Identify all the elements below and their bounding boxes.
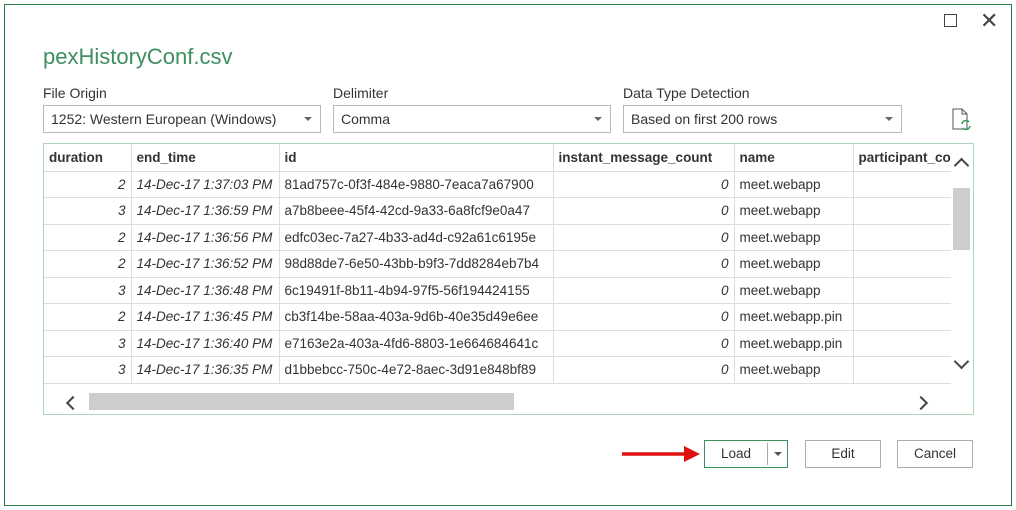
red-arrow-annotation <box>622 445 702 468</box>
cell-end-time: 14-Dec-17 1:36:45 PM <box>131 303 280 331</box>
table-row: 3 14-Dec-17 1:36:59 PM a7b8beee-45f4-42cd-… <box>44 197 957 225</box>
horizontal-scrollbar[interactable] <box>44 390 973 414</box>
scroll-up-icon[interactable] <box>953 157 970 174</box>
cell-id: a7b8beee-45f4-42cd-9a33-6a8fcf9e0a47 <box>279 197 554 225</box>
cell-name: meet.webapp <box>734 277 854 304</box>
cell-end-time: 14-Dec-17 1:36:52 PM <box>131 250 280 278</box>
cell-name: meet.webapp <box>734 250 854 278</box>
cell-duration: 3 <box>44 330 132 357</box>
cancel-button[interactable]: Cancel <box>897 440 973 468</box>
cell-end-time: 14-Dec-17 1:36:40 PM <box>131 330 280 357</box>
column-header-end-time[interactable]: end_time <box>131 144 280 172</box>
file-origin-label: File Origin <box>43 85 107 101</box>
chevron-down-icon <box>304 117 312 121</box>
cell-id: 98d88de7-6e50-43bb-b9f3-7dd8284eb7b4 <box>279 250 554 278</box>
horizontal-scroll-thumb[interactable] <box>89 393 514 410</box>
chevron-down-icon <box>885 117 893 121</box>
cell-name: meet.webapp <box>734 224 854 251</box>
cell-instant-message-count: 0 <box>553 303 735 331</box>
load-button[interactable]: Load <box>705 441 767 467</box>
cell-end-time: 14-Dec-17 1:36:35 PM <box>131 356 280 384</box>
cell-duration: 2 <box>44 303 132 331</box>
cell-participant-co <box>853 277 957 304</box>
refresh-file-icon[interactable] <box>952 108 971 131</box>
table-row: 2 14-Dec-17 1:36:45 PM cb3f14be-58aa-403a-… <box>44 303 957 331</box>
detection-select[interactable]: Based on first 200 rows <box>623 105 902 133</box>
table-row: 2 14-Dec-17 1:36:56 PM edfc03ec-7a27-4b33-… <box>44 224 957 251</box>
detection-label: Data Type Detection <box>623 85 750 101</box>
table-row: 2 14-Dec-17 1:37:03 PM 81ad757c-0f3f-484e-… <box>44 171 957 198</box>
maximize-icon[interactable] <box>944 14 957 27</box>
vertical-scroll-thumb[interactable] <box>953 188 970 250</box>
file-origin-select[interactable]: 1252: Western European (Windows) <box>43 105 321 133</box>
cell-id: cb3f14be-58aa-403a-9d6b-40e35d49e6ee <box>279 303 554 331</box>
cell-id: 81ad757c-0f3f-484e-9880-7eaca7a67900 <box>279 171 554 198</box>
vertical-scrollbar[interactable] <box>951 144 973 390</box>
column-header-instant-message-count[interactable]: instant_message_count <box>553 144 735 172</box>
dialog-title: pexHistoryConf.csv <box>43 44 233 69</box>
scroll-right-icon[interactable] <box>913 395 929 411</box>
cell-instant-message-count: 0 <box>553 356 735 384</box>
cell-name: meet.webapp <box>734 171 854 198</box>
cell-instant-message-count: 0 <box>553 197 735 225</box>
cell-id: edfc03ec-7a27-4b33-ad4d-c92a61c6195e <box>279 224 554 251</box>
cell-instant-message-count: 0 <box>553 330 735 357</box>
delimiter-label: Delimiter <box>333 85 389 101</box>
delimiter-select[interactable]: Comma <box>333 105 611 133</box>
cell-instant-message-count: 0 <box>553 171 735 198</box>
cell-participant-co <box>853 356 957 384</box>
column-header-id[interactable]: id <box>279 144 554 172</box>
cell-participant-co <box>853 330 957 357</box>
preview-table: duration end_time id instant_message_count n… <box>43 143 974 415</box>
column-header-name[interactable]: name <box>734 144 854 172</box>
cell-instant-message-count: 0 <box>553 250 735 278</box>
file-origin-value: 1252: Western European (Windows) <box>51 111 277 127</box>
chevron-down-icon <box>594 117 602 121</box>
cell-end-time: 14-Dec-17 1:37:03 PM <box>131 171 280 198</box>
cell-duration: 3 <box>44 277 132 304</box>
table-row: 3 14-Dec-17 1:36:40 PM e7163e2a-403a-4fd6-… <box>44 330 957 357</box>
table-row: 3 14-Dec-17 1:36:35 PM d1bbebcc-750c-4e72-… <box>44 356 957 384</box>
table-row: 2 14-Dec-17 1:36:52 PM 98d88de7-6e50-43bb-… <box>44 250 957 278</box>
cell-end-time: 14-Dec-17 1:36:48 PM <box>131 277 280 304</box>
cell-participant-co <box>853 303 957 331</box>
detection-value: Based on first 200 rows <box>631 111 778 127</box>
column-header-duration[interactable]: duration <box>44 144 132 172</box>
cell-name: meet.webapp <box>734 197 854 225</box>
cell-end-time: 14-Dec-17 1:36:59 PM <box>131 197 280 225</box>
table-row: 3 14-Dec-17 1:36:48 PM 6c19491f-8b11-4b94-… <box>44 277 957 304</box>
load-split-button[interactable]: Load <box>704 440 788 468</box>
cell-id: e7163e2a-403a-4fd6-8803-1e664684641c <box>279 330 554 357</box>
cell-participant-co <box>853 224 957 251</box>
load-options-dropdown[interactable] <box>767 443 788 465</box>
scroll-down-icon[interactable] <box>953 353 970 370</box>
cell-id: d1bbebcc-750c-4e72-8aec-3d91e848bf89 <box>279 356 554 384</box>
cell-id: 6c19491f-8b11-4b94-97f5-56f194424155 <box>279 277 554 304</box>
edit-button[interactable]: Edit <box>805 440 881 468</box>
cell-duration: 3 <box>44 197 132 225</box>
cell-instant-message-count: 0 <box>553 277 735 304</box>
cell-participant-co <box>853 171 957 198</box>
delimiter-value: Comma <box>341 111 391 127</box>
cell-name: meet.webapp <box>734 356 854 384</box>
cell-participant-co <box>853 250 957 278</box>
cell-end-time: 14-Dec-17 1:36:56 PM <box>131 224 280 251</box>
chevron-down-icon <box>774 452 782 456</box>
cell-duration: 2 <box>44 250 132 278</box>
cell-duration: 2 <box>44 171 132 198</box>
column-header-participant-co[interactable]: participant_co <box>853 144 957 172</box>
cell-name: meet.webapp.pin <box>734 330 854 357</box>
cell-duration: 3 <box>44 356 132 384</box>
cell-instant-message-count: 0 <box>553 224 735 251</box>
scroll-left-icon[interactable] <box>65 395 81 411</box>
cell-duration: 2 <box>44 224 132 251</box>
cell-name: meet.webapp.pin <box>734 303 854 331</box>
cell-participant-co <box>853 197 957 225</box>
close-icon[interactable]: ✕ <box>980 8 998 34</box>
